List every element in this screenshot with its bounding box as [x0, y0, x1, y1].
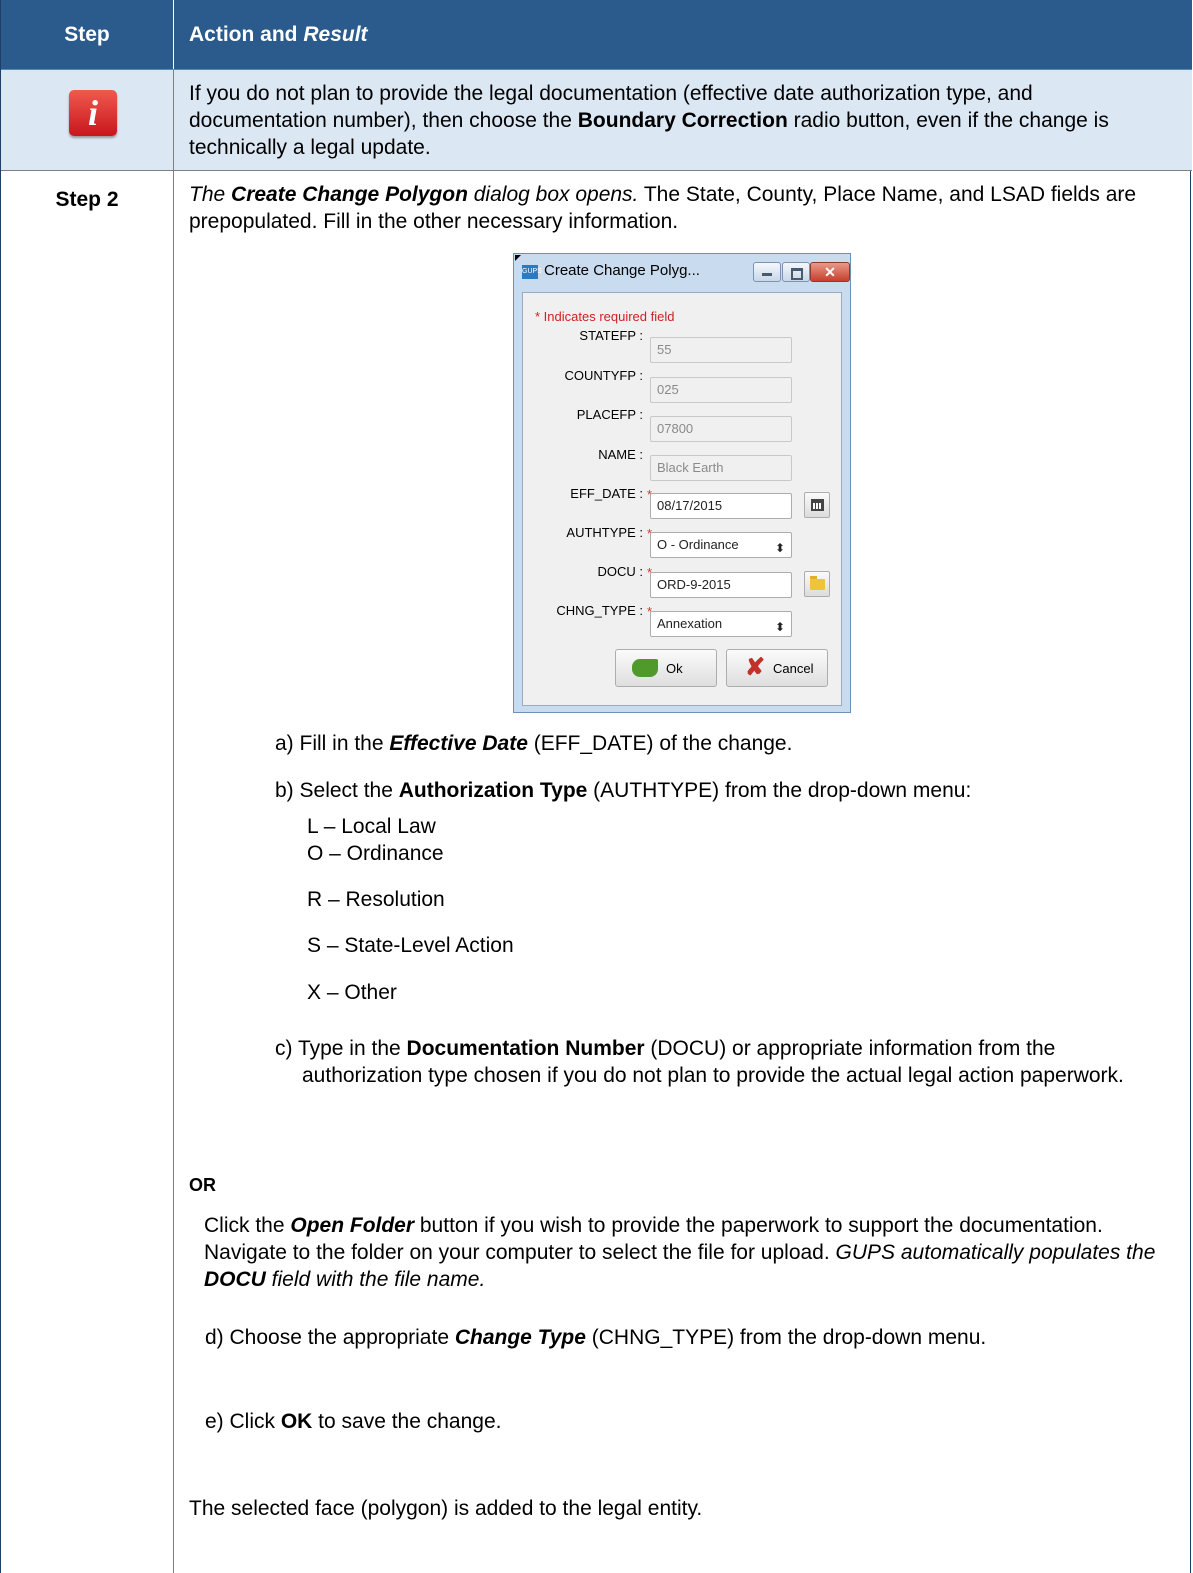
- chng-type-label: CHNG_TYPE :: [556, 603, 643, 618]
- open-folder-button[interactable]: [804, 571, 830, 597]
- or-label: OR: [189, 1175, 216, 1195]
- step-c: c) Type in the Documentation Number (DOC…: [275, 1037, 1124, 1087]
- table-header: Step Action and Result: [1, 0, 1192, 70]
- gups-app-icon: GUPS: [522, 265, 542, 279]
- cancel-button[interactable]: ✘ Cancel: [726, 649, 828, 687]
- close-button[interactable]: ✕: [810, 262, 850, 282]
- eff-date-label: EFF_DATE :: [570, 486, 643, 501]
- auth-type-item: S – State-Level Action: [307, 934, 514, 957]
- spinner-icon: ⬍: [774, 541, 785, 555]
- info-icon: i: [69, 90, 117, 136]
- required-field-note: * Indicates required field: [535, 309, 675, 324]
- eff-date-field[interactable]: 08/17/2015: [650, 493, 792, 519]
- docu-label: DOCU :: [597, 564, 644, 579]
- note-text: If you do not plan to provide the legal …: [189, 82, 1109, 159]
- step-e: e) Click OK to save the change.: [205, 1410, 502, 1433]
- countyfp-label: COUNTYFP :: [564, 368, 644, 383]
- final-result: The selected face (polygon) is added to …: [189, 1497, 703, 1520]
- cancel-x-icon: ✘: [745, 654, 766, 681]
- step-b: b) Select the Authorization Type (AUTHTY…: [275, 779, 972, 802]
- dialog-title: Create Change Polyg...: [544, 262, 700, 279]
- calendar-icon: [811, 499, 824, 511]
- statefp-field[interactable]: 55: [650, 337, 792, 363]
- name-label: NAME :: [598, 447, 643, 462]
- step-label: Step 2: [55, 188, 119, 211]
- calendar-button[interactable]: [804, 492, 830, 518]
- open-folder-paragraph: Click the Open Folder button if you wish…: [204, 1214, 1156, 1291]
- folder-icon: [810, 576, 825, 590]
- step-column-header: Step: [1, 0, 174, 69]
- placefp-field[interactable]: 07800: [650, 416, 792, 442]
- authtype-select[interactable]: O - Ordinance ⬍: [650, 532, 792, 558]
- statefp-label: STATEFP :: [579, 328, 643, 343]
- step-intro: The Create Change Polygon dialog box ope…: [189, 183, 1137, 233]
- step-d: d) Choose the appropriate Change Type (C…: [205, 1326, 987, 1349]
- dialog-body: * Indicates required field STATEFP : 55 …: [522, 292, 842, 706]
- ok-arrow-icon: [632, 659, 658, 677]
- auth-type-item: X – Other: [307, 981, 397, 1004]
- chng-type-select[interactable]: Annexation ⬍: [650, 611, 792, 637]
- docu-field[interactable]: ORD-9-2015: [650, 572, 792, 598]
- action-column-header: Action and Result: [189, 22, 368, 46]
- maximize-button[interactable]: [782, 262, 810, 282]
- cursor-icon: [515, 255, 521, 261]
- note-row: i If you do not plan to provide the lega…: [1, 70, 1192, 171]
- placefp-label: PLACEFP :: [576, 407, 643, 422]
- countyfp-field[interactable]: 025: [650, 377, 792, 403]
- name-field[interactable]: Black Earth: [650, 455, 792, 481]
- ok-button[interactable]: Ok: [615, 649, 717, 687]
- auth-type-item: O – Ordinance: [307, 842, 444, 865]
- minimize-button[interactable]: [753, 262, 781, 282]
- auth-type-item: L – Local Law: [307, 815, 436, 838]
- step-cell: Step 2: [1, 171, 174, 1573]
- create-change-polygon-dialog: GUPS Create Change Polyg... ✕ * Indicate…: [513, 253, 851, 713]
- step-a: a) Fill in the Effective Date (EFF_DATE)…: [275, 732, 793, 755]
- auth-type-item: R – Resolution: [307, 888, 445, 911]
- dialog-titlebar: GUPS Create Change Polyg... ✕: [514, 254, 850, 290]
- spinner-icon: ⬍: [774, 620, 785, 634]
- instruction-table: Step Action and Result i If you do not p…: [0, 0, 1192, 1573]
- authtype-label: AUTHTYPE :: [566, 525, 643, 540]
